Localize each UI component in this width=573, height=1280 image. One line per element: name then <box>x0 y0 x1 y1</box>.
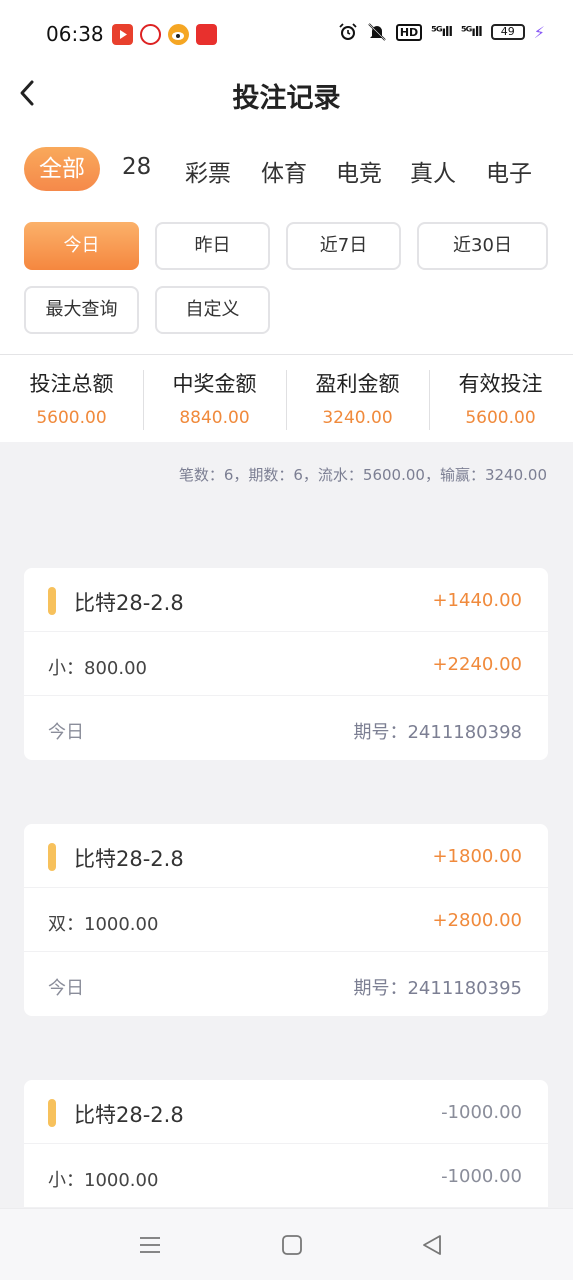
tab-esports[interactable]: 电竞 <box>336 154 382 188</box>
card-marker <box>48 587 56 615</box>
summary-value: 5600.00 <box>36 408 107 428</box>
record-date: 今日 <box>48 978 84 999</box>
profit-value: -1000.00 <box>441 1102 522 1123</box>
system-nav-bar <box>0 1208 573 1280</box>
profit-value: +1800.00 <box>432 846 522 867</box>
filter-7days[interactable]: 近7日 <box>286 222 401 270</box>
summary-winnings: 中奖金额 8840.00 <box>143 368 286 428</box>
divider <box>0 354 573 355</box>
bet-detail: 小：1000.00 <box>48 1170 159 1191</box>
hd-icon: HD <box>395 23 423 41</box>
status-time: 06:38 <box>46 22 104 46</box>
summary-value: 3240.00 <box>322 408 393 428</box>
game-title: 比特28-2.8 <box>74 847 184 871</box>
card-bet-row: 小：1000.00 -1000.00 <box>24 1144 548 1208</box>
weibo-app-icon <box>168 24 189 45</box>
summary-value: 8840.00 <box>179 408 250 428</box>
status-icons: HD ⁵ᴳıll ⁵ᴳıll 49 ⚡ <box>338 22 545 42</box>
tab-electronic[interactable]: 电子 <box>486 154 532 188</box>
bet-detail: 小：800.00 <box>48 658 147 679</box>
signal-5g-icon-2: ⁵ᴳıll <box>460 24 483 40</box>
card-header-row: 比特28-2.8 -1000.00 <box>24 1080 548 1144</box>
battery-icon: 49 <box>490 24 525 40</box>
profit-value: +1440.00 <box>432 590 522 611</box>
card-header-row: 比特28-2.8 +1800.00 <box>24 824 548 888</box>
card-bet-row: 双：1000.00 +2800.00 <box>24 888 548 952</box>
summary-value: 5600.00 <box>465 408 536 428</box>
payout-value: +2240.00 <box>432 654 522 675</box>
card-meta-row: 今日 期号：2411180398 <box>24 696 548 760</box>
filter-30days[interactable]: 近30日 <box>417 222 548 270</box>
card-marker <box>48 843 56 871</box>
record-card[interactable]: 比特28-2.8 +1440.00 小：800.00 +2240.00 今日 期… <box>24 568 548 760</box>
game-title: 比特28-2.8 <box>74 591 184 615</box>
game-title: 比特28-2.8 <box>74 1103 184 1127</box>
record-date: 今日 <box>48 722 84 743</box>
summary-label: 中奖金额 <box>172 372 257 396</box>
tab-live[interactable]: 真人 <box>410 154 456 188</box>
bet-detail: 双：1000.00 <box>48 914 159 935</box>
signal-5g-icon-1: ⁵ᴳıll <box>431 24 453 40</box>
alarm-icon <box>339 23 357 40</box>
bank-app-icon <box>140 24 161 45</box>
tab-sports[interactable]: 体育 <box>261 154 307 188</box>
card-bet-row: 小：800.00 +2240.00 <box>24 632 548 696</box>
card-meta-row: 今日 期号：2411180395 <box>24 952 548 1016</box>
filter-max[interactable]: 最大查询 <box>24 286 139 334</box>
payout-value: +2800.00 <box>432 910 522 931</box>
menu-icon[interactable] <box>138 1233 162 1257</box>
filter-yesterday[interactable]: 昨日 <box>155 222 270 270</box>
filter-custom[interactable]: 自定义 <box>155 286 270 334</box>
summary-total-bet: 投注总额 5600.00 <box>0 368 143 428</box>
issue-number: 期号：2411180395 <box>353 978 522 999</box>
page-title: 投注记录 <box>232 83 341 114</box>
summary-label: 盈利金额 <box>315 372 400 396</box>
video-app-icon <box>112 24 133 45</box>
back-triangle-icon[interactable] <box>420 1233 444 1257</box>
stats-line: 笔数：6，期数：6，流水：5600.00，输赢：3240.00 <box>178 466 547 484</box>
tab-28[interactable]: 28 <box>122 154 151 180</box>
payout-value: -1000.00 <box>441 1166 522 1187</box>
summary-label: 有效投注 <box>458 372 543 396</box>
tab-all[interactable]: 全部 <box>24 147 100 191</box>
shop-app-icon <box>196 24 217 45</box>
mute-bell-icon <box>368 23 386 41</box>
summary-valid-bet: 有效投注 5600.00 <box>429 368 572 428</box>
issue-number: 期号：2411180398 <box>353 722 522 743</box>
card-header-row: 比特28-2.8 +1440.00 <box>24 568 548 632</box>
status-bar: 06:38 HD ⁵ᴳıll ⁵ᴳıll 49 ⚡ <box>0 0 573 68</box>
record-card[interactable]: 比特28-2.8 +1800.00 双：1000.00 +2800.00 今日 … <box>24 824 548 1016</box>
summary-label: 投注总额 <box>29 372 114 396</box>
top-panel: 06:38 HD ⁵ᴳıll ⁵ᴳıll 49 ⚡ 投注记录 全部 28 彩票 … <box>0 0 573 442</box>
filter-today[interactable]: 今日 <box>24 222 139 270</box>
card-marker <box>48 1099 56 1127</box>
tab-lottery[interactable]: 彩票 <box>185 154 231 188</box>
home-square-icon[interactable] <box>280 1233 304 1257</box>
charging-bolt-icon: ⚡ <box>533 22 545 42</box>
summary-profit: 盈利金额 3240.00 <box>286 368 429 428</box>
